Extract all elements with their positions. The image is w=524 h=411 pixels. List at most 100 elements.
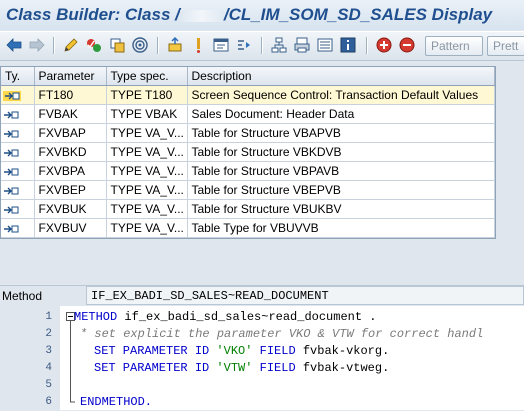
table-row[interactable]: FXVBUV TYPE VA_V... Table Type for VBUVV… [1, 218, 495, 238]
importing-parameter-icon [1, 199, 35, 219]
parameter-description: Table for Structure VBAPVB [187, 123, 495, 143]
code-line: SET PARAMETER ID 'VKO' FIELD fvbak-vkorg… [94, 343, 389, 360]
importing-parameter-icon [1, 218, 35, 238]
application-toolbar: Pattern Prett [0, 31, 524, 61]
object-list-icon[interactable] [189, 36, 207, 54]
code-line: METHOD if_ex_badi_sd_sales~read_document… [74, 309, 376, 326]
importing-parameter-icon [1, 161, 35, 181]
parameter-description: Screen Sequence Control: Transaction Def… [187, 85, 495, 105]
parameter-type-spec: TYPE T180 [106, 85, 188, 105]
parameter-description: Table for Structure VBKDVB [187, 142, 495, 162]
line-number: 4 [45, 362, 52, 374]
line-number: 1 [45, 311, 52, 323]
column-header-type-spec[interactable]: Type spec. [106, 67, 188, 86]
column-header-type[interactable]: Ty. [1, 67, 35, 86]
back-arrow-icon[interactable] [5, 36, 23, 54]
parameter-name: FXVBAP [34, 123, 107, 143]
title-bar: Class Builder: Class / /CL_IM_SOM_SD_SALE… [0, 0, 524, 30]
table-row[interactable]: FXVBPA TYPE VA_V... Table for Structure … [1, 161, 495, 181]
parameter-type-spec: TYPE VA_V... [106, 180, 188, 200]
parameter-name: FXVBUK [34, 199, 107, 219]
table-row[interactable]: FVBAK TYPE VBAK Sales Document: Header D… [1, 104, 495, 124]
parameter-name: FXVBEP [34, 180, 107, 200]
table-row[interactable]: FXVBEP TYPE VA_V... Table for Structure … [1, 180, 495, 200]
line-number: 2 [45, 328, 52, 340]
code-keyword: FIELD [252, 344, 303, 358]
line-number: 5 [45, 379, 52, 391]
redacted-namespace [179, 9, 224, 22]
title-suffix: /CL_IM_SOM_SD_SALES Display [223, 5, 493, 24]
code-keyword: METHOD [74, 310, 118, 324]
code-keyword: ENDMETHOD. [80, 395, 153, 409]
line-number: 6 [45, 396, 52, 408]
parameter-name: FXVBPA [34, 161, 107, 181]
importing-parameter-icon [1, 180, 35, 200]
code-line: SET PARAMETER ID 'VTW' FIELD fvbak-vtweg… [94, 360, 389, 377]
parameter-type-spec: TYPE VA_V... [106, 161, 188, 181]
importing-parameter-icon [1, 142, 35, 162]
toolbar-separator [261, 37, 263, 54]
code-text: fvbak-vtweg. [302, 361, 390, 375]
edit-pencil-icon[interactable] [62, 36, 80, 54]
table-row[interactable]: FXVBAP TYPE VA_V... Table for Structure … [1, 123, 495, 143]
table-row[interactable]: FT180 TYPE T180 Screen Sequence Control:… [1, 85, 495, 105]
code-area[interactable]: METHOD if_ex_badi_sd_sales~read_document… [60, 306, 524, 410]
importing-parameter-icon [1, 85, 35, 105]
line-number: 3 [45, 345, 52, 357]
display-format-icon[interactable] [316, 36, 334, 54]
parameter-type-spec: TYPE VA_V... [106, 199, 188, 219]
parameter-type-spec: TYPE VBAK [106, 104, 188, 124]
parameter-name: FVBAK [34, 104, 107, 124]
method-name-field: IF_EX_BADI_SD_SALES~READ_DOCUMENT [86, 286, 524, 305]
parameter-description: Table for Structure VBEPVB [187, 180, 495, 200]
pattern-button[interactable]: Pattern [425, 36, 483, 56]
importing-parameter-icon [1, 123, 35, 143]
parameter-type-spec: TYPE VA_V... [106, 123, 188, 143]
code-editor: 1 2 3 4 5 6 METHOD if_ex_badi_sd_sales~r… [0, 306, 524, 410]
toolbar-separator [366, 37, 368, 54]
table-row[interactable]: FXVBKD TYPE VA_V... Table for Structure … [1, 142, 495, 162]
editor-gutter: 1 2 3 4 5 6 [0, 306, 60, 410]
insert-breakpoint-icon[interactable] [375, 36, 393, 54]
session-breakpoint-icon[interactable] [398, 36, 416, 54]
pretty-printer-button[interactable]: Prett [487, 36, 524, 56]
parameter-name: FT180 [34, 85, 107, 105]
code-string: 'VTW' [216, 361, 253, 375]
title-prefix: Class Builder: Class / [6, 5, 180, 24]
check-icon[interactable] [85, 36, 103, 54]
parameter-name: FXVBKD [34, 142, 107, 162]
toolbar-separator [53, 37, 55, 54]
window-title: Class Builder: Class / /CL_IM_SOM_SD_SALE… [6, 5, 492, 25]
code-keyword: SET PARAMETER ID [94, 361, 217, 375]
navigation-window-icon[interactable] [212, 36, 230, 54]
activate-icon[interactable] [108, 36, 126, 54]
column-header-parameter[interactable]: Parameter [34, 67, 107, 86]
print-icon[interactable] [293, 36, 311, 54]
parameter-description: Table Type for VBUVVB [187, 218, 495, 238]
code-keyword: SET PARAMETER ID [94, 344, 217, 358]
method-bar: Method IF_EX_BADI_SD_SALES~READ_DOCUMENT [0, 285, 524, 306]
code-text: fvbak-vkorg. [302, 344, 390, 358]
display-object-list-icon[interactable] [235, 36, 253, 54]
column-header-description[interactable]: Description [187, 67, 495, 86]
importing-parameter-icon [1, 104, 35, 124]
table-header-row: Ty. Parameter Type spec. Description [1, 67, 495, 86]
parameter-table: Ty. Parameter Type spec. Description FT1… [0, 66, 496, 239]
parameter-type-spec: TYPE VA_V... [106, 142, 188, 162]
info-icon[interactable] [339, 36, 357, 54]
method-label: Method [2, 289, 43, 303]
parameter-type-spec: TYPE VA_V... [106, 218, 188, 238]
code-text: if_ex_badi_sd_sales~read_document . [117, 310, 377, 324]
forward-arrow-icon[interactable] [28, 36, 46, 54]
where-used-icon[interactable] [166, 36, 184, 54]
code-comment: * set explicit the parameter VKO & VTW f… [80, 327, 484, 341]
hierarchy-icon[interactable] [270, 36, 288, 54]
parameter-description: Table for Structure VBUKBV [187, 199, 495, 219]
code-keyword: FIELD [252, 361, 303, 375]
toolbar-separator [157, 37, 159, 54]
test-icon[interactable] [131, 36, 149, 54]
code-string: 'VKO' [216, 344, 253, 358]
code-line: ENDMETHOD. [80, 394, 152, 410]
table-row[interactable]: FXVBUK TYPE VA_V... Table for Structure … [1, 199, 495, 219]
parameter-name: FXVBUV [34, 218, 107, 238]
